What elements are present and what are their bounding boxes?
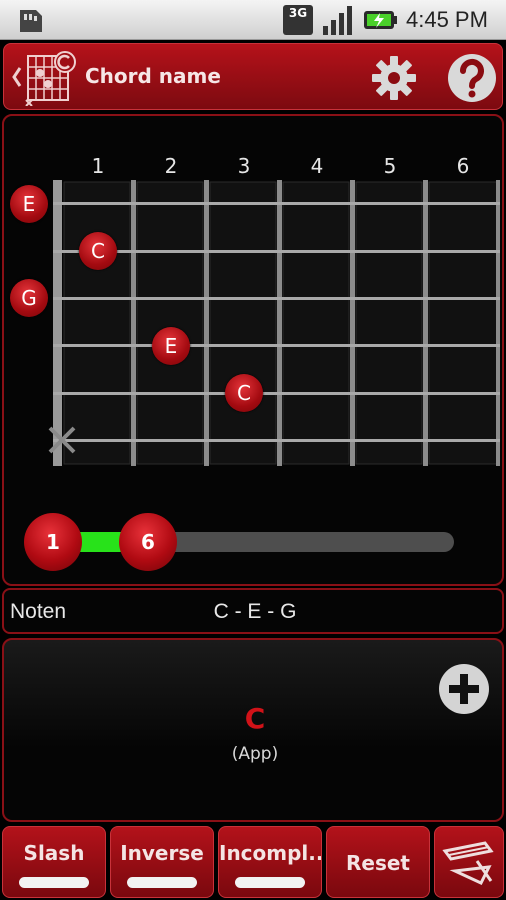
fretted-note-marker[interactable]: E (152, 327, 190, 365)
chord-name: C (244, 702, 266, 735)
chord-source: (App) (231, 744, 279, 764)
chord-result-panel: C (App) (2, 638, 504, 822)
open-note-marker[interactable]: E (10, 185, 48, 223)
slash-button[interactable]: Slash (2, 826, 106, 898)
guitar-switch-button[interactable] (434, 826, 504, 898)
guitar-neck-icon (442, 841, 494, 885)
range-end-handle[interactable]: 6 (119, 513, 177, 571)
incomplete-button[interactable]: Incompl... (218, 826, 322, 898)
toggle-indicator (127, 877, 197, 888)
add-plus-icon[interactable] (437, 662, 491, 716)
inverse-button[interactable]: Inverse (110, 826, 214, 898)
range-start-handle[interactable]: 1 (24, 513, 82, 571)
reset-button[interactable]: Reset (326, 826, 430, 898)
toggle-indicator (19, 877, 89, 888)
fretted-note-marker[interactable]: C (79, 232, 117, 270)
toggle-indicator (235, 877, 305, 888)
fretted-note-marker[interactable]: C (225, 374, 263, 412)
notes-row: Noten C - E - G (2, 588, 504, 634)
notes-value: C - E - G (213, 600, 297, 623)
open-note-marker[interactable]: G (10, 279, 48, 317)
